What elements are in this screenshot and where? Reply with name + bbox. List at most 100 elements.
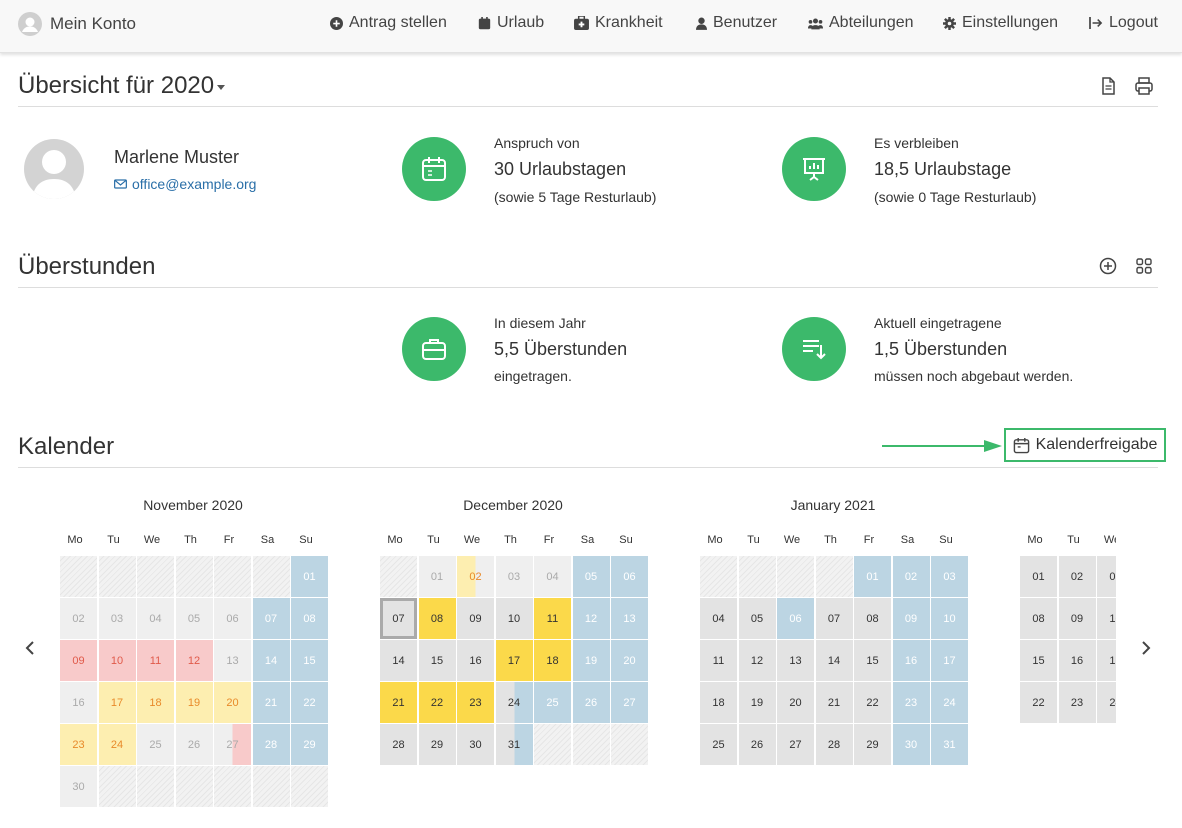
calendar-day[interactable]: 10 <box>495 598 533 639</box>
calendar-day[interactable]: 13 <box>214 640 251 681</box>
calendar-day[interactable]: 11 <box>700 640 737 681</box>
calendar-day[interactable]: 09 <box>457 598 494 639</box>
grid-icon[interactable] <box>1134 256 1154 276</box>
calendar-day[interactable]: 15 <box>291 640 328 681</box>
calendar-day[interactable]: 07 <box>252 598 290 639</box>
calendar-day[interactable]: 23 <box>60 724 97 765</box>
calendar-day[interactable]: 29 <box>418 724 456 765</box>
calendar-day[interactable]: 19 <box>572 640 610 681</box>
calendar-day[interactable]: 26 <box>175 724 213 765</box>
calendar-day[interactable]: 28 <box>252 724 290 765</box>
calendar-day[interactable]: 15 <box>1020 640 1057 681</box>
calendar-day[interactable]: 25 <box>700 724 737 765</box>
calendar-day[interactable]: 17 <box>1097 640 1116 681</box>
calendar-day[interactable]: 30 <box>892 724 930 765</box>
calendar-day[interactable]: 03 <box>495 556 533 597</box>
nav-request-leave[interactable]: Antrag stellen <box>330 14 447 32</box>
calendar-day[interactable]: 18 <box>700 682 737 723</box>
calendar-day[interactable]: 22 <box>854 682 891 723</box>
nav-logout[interactable]: Logout <box>1089 14 1158 32</box>
calendar-day[interactable]: 08 <box>854 598 891 639</box>
calendar-day[interactable]: 27 <box>611 682 648 723</box>
nav-vacation[interactable]: Urlaub <box>478 14 544 32</box>
calendar-day[interactable]: 26 <box>738 724 776 765</box>
nav-sickness[interactable]: Krankheit <box>574 14 663 32</box>
calendar-day[interactable]: 07 <box>815 598 853 639</box>
calendar-day[interactable]: 02 <box>1058 556 1096 597</box>
calendar-day[interactable]: 06 <box>777 598 814 639</box>
calendar-day[interactable]: 20 <box>777 682 814 723</box>
calendar-day[interactable]: 13 <box>777 640 814 681</box>
calendar-day[interactable]: 14 <box>815 640 853 681</box>
calendar-day[interactable]: 13 <box>611 598 648 639</box>
calendar-day[interactable]: 21 <box>815 682 853 723</box>
calendar-day[interactable]: 11 <box>137 640 174 681</box>
add-circle-icon[interactable] <box>1098 256 1118 276</box>
calendar-day[interactable]: 14 <box>252 640 290 681</box>
calendar-day[interactable]: 06 <box>611 556 648 597</box>
profile-email-link[interactable]: office@example.org <box>114 176 256 192</box>
calendar-day[interactable]: 09 <box>1058 598 1096 639</box>
calendar-day[interactable]: 09 <box>60 640 97 681</box>
calendar-day[interactable]: 16 <box>892 640 930 681</box>
calendar-day[interactable]: 03 <box>98 598 136 639</box>
calendar-day[interactable]: 23 <box>892 682 930 723</box>
calendar-day[interactable]: 24 <box>495 682 533 723</box>
calendar-day[interactable]: 21 <box>252 682 290 723</box>
calendar-day[interactable]: 19 <box>175 682 213 723</box>
calendar-day[interactable]: 12 <box>738 640 776 681</box>
nav-settings[interactable]: Einstellungen <box>943 14 1058 32</box>
calendar-day[interactable]: 12 <box>175 640 213 681</box>
calendar-day[interactable]: 08 <box>418 598 456 639</box>
calendar-day[interactable]: 23 <box>1058 682 1096 723</box>
calendar-day[interactable]: 01 <box>1020 556 1057 597</box>
calendar-day[interactable]: 02 <box>892 556 930 597</box>
nav-users[interactable]: Benutzer <box>696 14 777 32</box>
calendar-day[interactable]: 20 <box>214 682 251 723</box>
calendar-day[interactable]: 10 <box>1097 598 1116 639</box>
calendar-day[interactable]: 25 <box>137 724 174 765</box>
calendar-day[interactable]: 19 <box>738 682 776 723</box>
calendar-day[interactable]: 23 <box>457 682 494 723</box>
calendar-day[interactable]: 22 <box>291 682 328 723</box>
calendar-day[interactable]: 20 <box>611 640 648 681</box>
calendar-day[interactable]: 14 <box>380 640 417 681</box>
calendar-day[interactable]: 24 <box>98 724 136 765</box>
calendar-day[interactable]: 04 <box>700 598 737 639</box>
my-account-link[interactable]: Mein Konto <box>18 12 136 36</box>
calendar-day[interactable]: 01 <box>291 556 328 597</box>
calendar-day[interactable]: 02 <box>60 598 97 639</box>
calendar-day[interactable]: 29 <box>291 724 328 765</box>
calendar-day[interactable]: 02 <box>457 556 494 597</box>
calendar-day[interactable]: 16 <box>457 640 494 681</box>
calendar-day[interactable]: 12 <box>572 598 610 639</box>
calendar-day[interactable]: 07 <box>380 598 417 639</box>
calendar-day[interactable]: 27 <box>777 724 814 765</box>
calendar-day[interactable]: 30 <box>457 724 494 765</box>
calendar-day[interactable]: 22 <box>1020 682 1057 723</box>
calendar-day[interactable]: 25 <box>534 682 571 723</box>
document-icon[interactable] <box>1098 76 1118 96</box>
nav-departments[interactable]: Abteilungen <box>808 14 914 32</box>
calendar-day[interactable]: 03 <box>931 556 968 597</box>
calendar-day[interactable]: 26 <box>572 682 610 723</box>
calendar-day[interactable]: 24 <box>1097 682 1116 723</box>
calendar-day[interactable]: 05 <box>572 556 610 597</box>
calendar-day[interactable]: 01 <box>418 556 456 597</box>
calendar-day[interactable]: 31 <box>931 724 968 765</box>
calendar-day[interactable]: 04 <box>137 598 174 639</box>
calendar-day[interactable]: 15 <box>854 640 891 681</box>
calendar-day[interactable]: 16 <box>1058 640 1096 681</box>
calendar-day[interactable]: 10 <box>931 598 968 639</box>
calendar-day[interactable]: 29 <box>854 724 891 765</box>
calendar-day[interactable]: 30 <box>60 766 97 807</box>
calendar-day[interactable]: 18 <box>534 640 571 681</box>
calendar-day[interactable]: 31 <box>495 724 533 765</box>
calendar-day[interactable]: 06 <box>214 598 251 639</box>
calendar-day[interactable]: 24 <box>931 682 968 723</box>
calendar-share-button[interactable]: Kalenderfreigabe <box>1004 428 1166 462</box>
calendar-next-button[interactable] <box>1136 638 1156 658</box>
calendar-day[interactable]: 08 <box>291 598 328 639</box>
calendar-day[interactable]: 28 <box>815 724 853 765</box>
calendar-day[interactable]: 17 <box>495 640 533 681</box>
